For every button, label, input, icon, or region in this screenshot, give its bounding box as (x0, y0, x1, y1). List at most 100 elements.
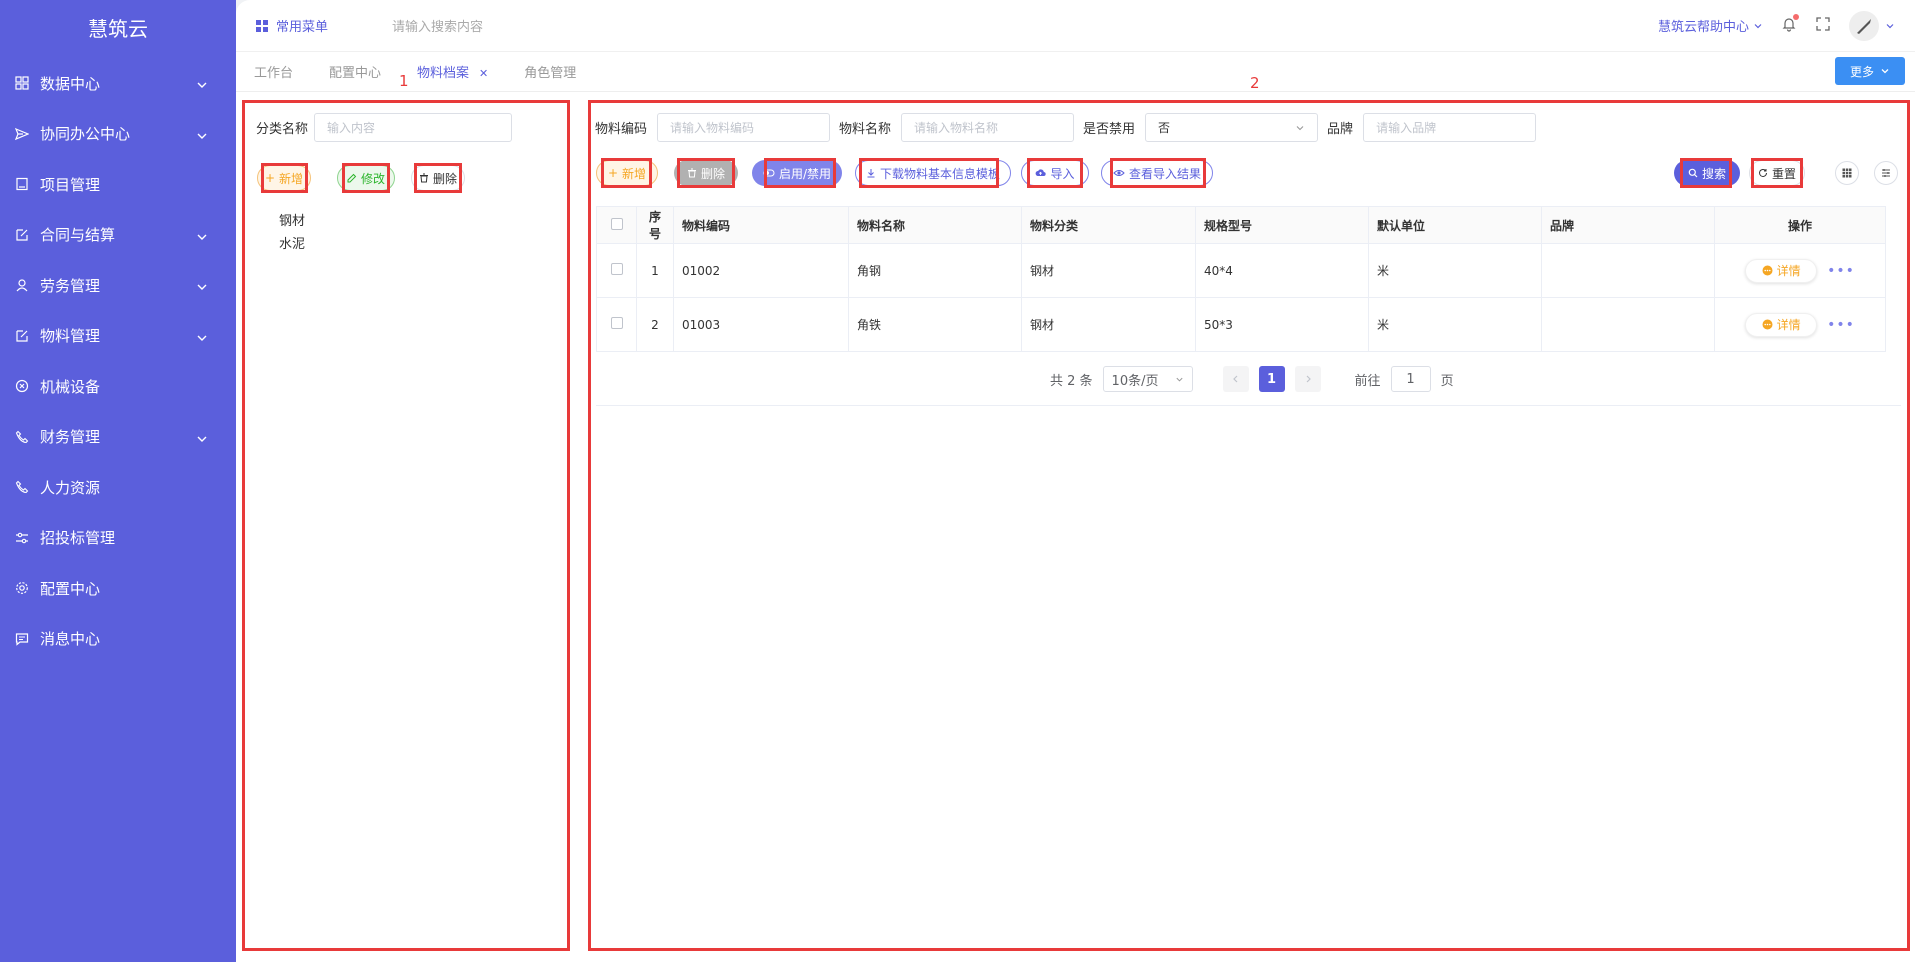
sidebar-item[interactable]: 配置中心 (0, 563, 236, 614)
top-bar: 常用菜单 请输入搜索内容 慧筑云帮助中心 (236, 0, 1915, 52)
category-panel: 分类名称 输入内容 + 新增 修改 删除 钢材 水泥 (242, 100, 570, 951)
help-center-label: 慧筑云帮助中心 (1657, 20, 1749, 35)
help-center-dropdown[interactable]: 慧筑云帮助中心 (1658, 16, 1763, 35)
goto-page-input[interactable]: 1 (1390, 366, 1431, 392)
page-size-select[interactable]: 10条/页 (1102, 366, 1193, 392)
global-search-input[interactable]: 请输入搜索内容 (392, 16, 483, 35)
row-checkbox[interactable] (610, 263, 623, 275)
more-actions-icon[interactable]: ••• (1827, 263, 1855, 279)
detail-button[interactable]: 详情 (1745, 312, 1818, 337)
more-button[interactable]: 更多 (1835, 57, 1905, 85)
highlight-box (1027, 158, 1083, 188)
column-header: 规格型号 (1195, 206, 1369, 244)
tree-item[interactable]: 钢材 (279, 210, 305, 233)
table-row[interactable]: 2 01003 角铁 钢材 50*3 米 详情 ••• (596, 297, 1886, 352)
common-menu-button[interactable]: 常用菜单 (256, 16, 328, 35)
sidebar-item-label: 人力资源 (40, 478, 101, 497)
select-all-cell (596, 206, 637, 244)
name-input[interactable]: 请输入物料名称 (901, 113, 1075, 142)
table-body: 1 01002 角钢 钢材 40*4 米详情 ••• 2 01003 角铁 钢材 50*3 米详情 ••• (596, 243, 1886, 352)
row-checkbox[interactable] (610, 317, 623, 329)
fullscreen-icon (1816, 16, 1830, 31)
column-header: 物料分类 (1021, 206, 1196, 244)
chevron-down-icon (196, 77, 208, 89)
more-circle-icon (1762, 265, 1773, 276)
code-label: 物料编码 (595, 122, 648, 137)
highlight-box (677, 158, 735, 188)
sidebar-item-label: 机械设备 (40, 377, 101, 396)
sidebar-item[interactable]: 劳务管理 (0, 260, 236, 311)
chevron-down-icon (1881, 69, 1889, 74)
tab[interactable]: 角色管理 (524, 62, 576, 81)
table-cell: 1 (636, 243, 674, 298)
user-menu[interactable] (1849, 10, 1895, 41)
chat-icon (14, 631, 30, 647)
tab[interactable]: 配置中心 (329, 62, 381, 81)
detail-button[interactable]: 详情 (1745, 258, 1818, 283)
goto-label: 前往 (1354, 373, 1381, 389)
sidebar-item[interactable]: 物料管理 (0, 311, 236, 362)
sidebar-item-label: 消息中心 (40, 630, 101, 649)
sidebar-item[interactable]: 合同与结算 (0, 210, 236, 261)
chevron-down-icon (1175, 377, 1183, 382)
sidebar-item[interactable]: 项目管理 (0, 159, 236, 210)
name-label: 物料名称 (839, 122, 892, 137)
sidebar-item-label: 物料管理 (40, 327, 101, 346)
sidebar-item-label: 劳务管理 (40, 276, 101, 295)
pagination: 共 2 条 10条/页 1 前往 1 页 (1050, 366, 1454, 392)
panel-label-1: 1 (399, 72, 409, 90)
sidebar-item-label: 项目管理 (40, 175, 101, 194)
highlight-box (859, 158, 999, 188)
material-panel: 物料编码 请输入物料编码 物料名称 请输入物料名称 是否禁用 否 品牌 请输入品… (588, 100, 1910, 951)
table-cell: 米 (1368, 297, 1542, 352)
edit-doc-icon (14, 227, 30, 243)
category-name-input[interactable]: 输入内容 (314, 113, 513, 142)
sidebar-item[interactable]: 人力资源 (0, 462, 236, 513)
chevron-left-icon (1232, 375, 1237, 383)
notification-dot (1793, 13, 1799, 20)
page-number-button[interactable]: 1 (1258, 366, 1285, 392)
code-input[interactable]: 请输入物料编码 (657, 113, 831, 142)
disabled-select[interactable]: 否 (1145, 113, 1319, 142)
table-row[interactable]: 1 01002 角钢 钢材 40*4 米 详情 ••• (596, 243, 1886, 298)
divider (596, 405, 1901, 406)
column-settings-button[interactable] (1835, 161, 1859, 185)
panel-label-2: 2 (1250, 74, 1260, 92)
table-cell: 角钢 (848, 243, 1022, 298)
notification-button[interactable] (1781, 13, 1799, 36)
common-menu-label: 常用菜单 (276, 20, 329, 35)
sliders-icon (14, 530, 30, 546)
top-right-controls: 慧筑云帮助中心 (1658, 10, 1895, 41)
fullscreen-button[interactable] (1815, 16, 1831, 36)
sidebar-item[interactable]: 机械设备 (0, 361, 236, 412)
sidebar-item[interactable]: 协同办公中心 (0, 109, 236, 160)
chevron-down-icon (196, 431, 208, 443)
brand-input[interactable]: 请输入品牌 (1363, 113, 1537, 142)
sidebar-item-label: 财务管理 (40, 428, 101, 447)
select-all-checkbox[interactable] (610, 217, 623, 230)
sidebar-item[interactable]: 财务管理 (0, 412, 236, 463)
grid-icon (14, 75, 30, 91)
sidebar-item[interactable]: 招投标管理 (0, 513, 236, 564)
tab[interactable]: 物料档案 ✕ (417, 62, 488, 81)
tree-item[interactable]: 水泥 (279, 233, 305, 256)
tab[interactable]: 工作台 (254, 62, 293, 81)
disabled-label: 是否禁用 (1083, 122, 1136, 137)
sidebar: 慧筑云 数据中心 协同办公中心 项目管理 合同与结算 劳务管理 物料管理 机械设备 财务管理人… (0, 0, 236, 962)
filter-settings-button[interactable] (1874, 161, 1898, 185)
more-actions-icon[interactable]: ••• (1827, 317, 1855, 333)
next-page-button[interactable] (1294, 366, 1321, 392)
highlight-box (1680, 158, 1732, 188)
chevron-down-icon (196, 229, 208, 241)
sidebar-item[interactable]: 数据中心 (0, 58, 236, 109)
tab-list: 工作台 配置中心 物料档案 ✕ 角色管理 (254, 62, 612, 81)
close-icon[interactable]: ✕ (479, 67, 488, 80)
table-cell: 角铁 (848, 297, 1022, 352)
sidebar-item[interactable]: 消息中心 (0, 614, 236, 665)
category-name-label: 分类名称 (256, 122, 309, 137)
row-select-cell (596, 243, 637, 298)
prev-page-button[interactable] (1222, 366, 1249, 392)
tab-label: 角色管理 (524, 66, 577, 81)
main-area: 常用菜单 请输入搜索内容 慧筑云帮助中心 工作台 配置中心 物料档案 ✕ 角色管… (236, 0, 1915, 962)
book-icon (14, 176, 30, 192)
